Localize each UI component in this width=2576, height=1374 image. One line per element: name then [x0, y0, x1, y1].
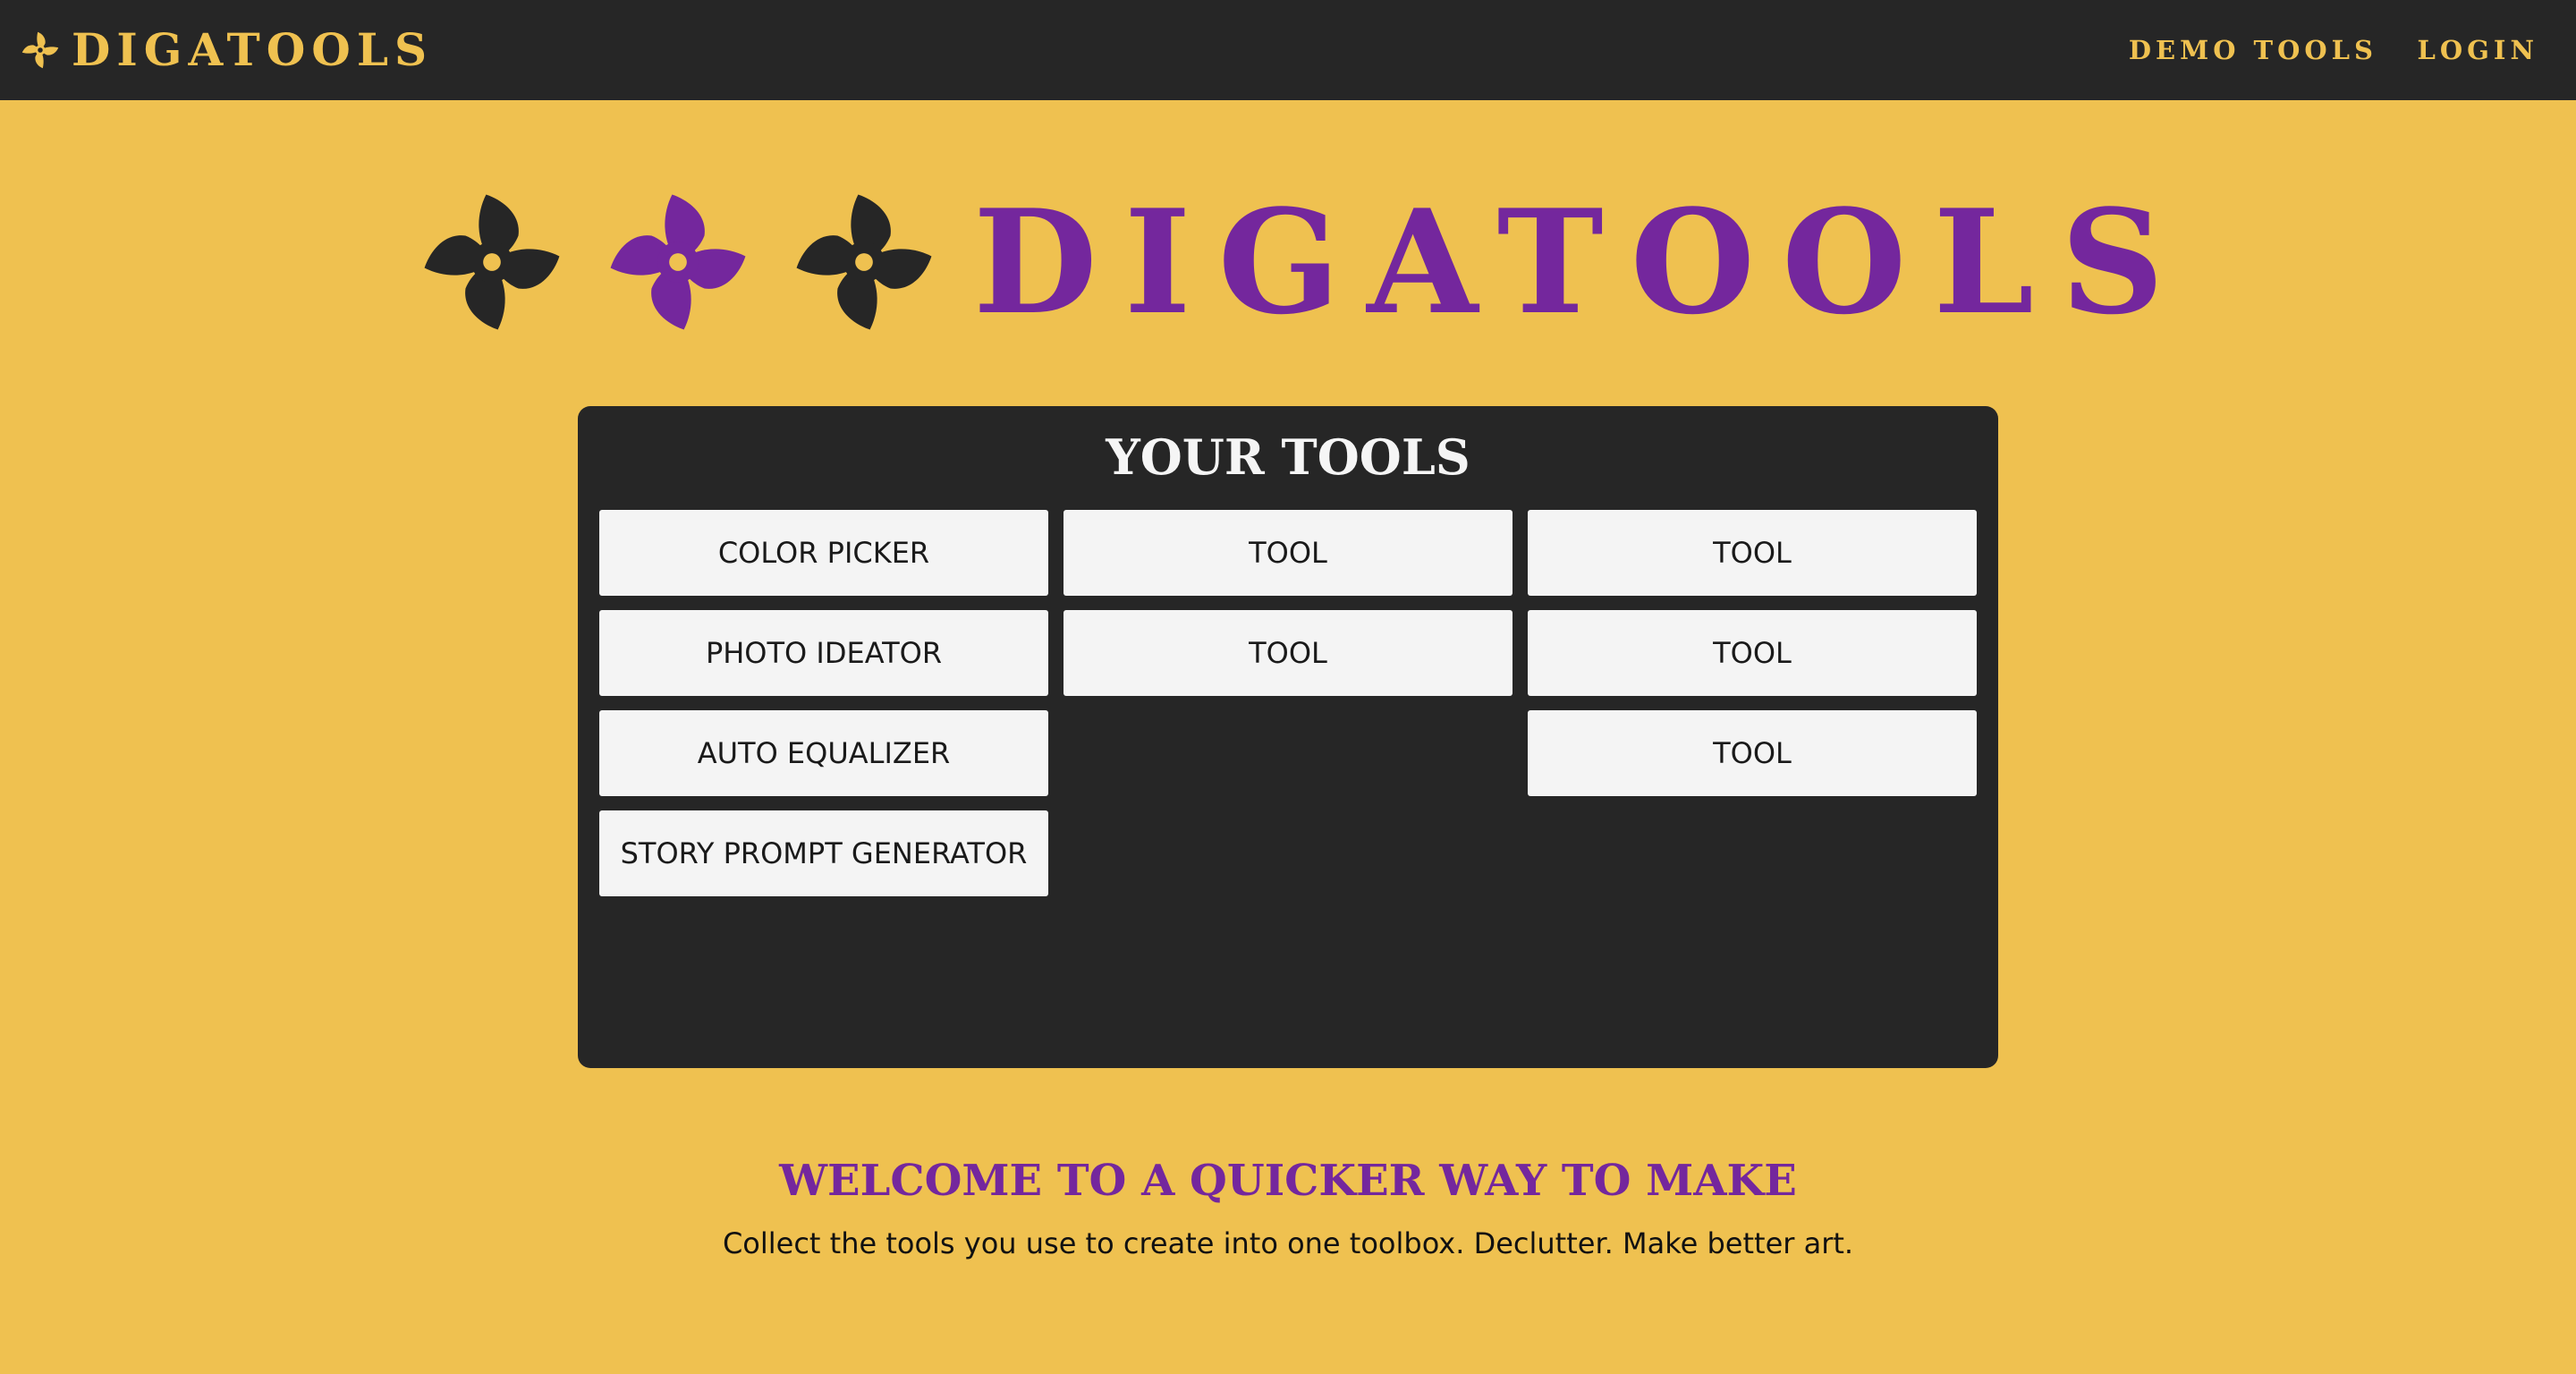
pinwheel-icon [796, 194, 932, 330]
tool-button[interactable]: TOOL [1528, 510, 1977, 596]
tools-panel: YOUR TOOLS COLOR PICKER PHOTO IDEATOR AU… [578, 406, 1998, 1068]
tools-panel-title: YOUR TOOLS [1106, 428, 1470, 486]
hero-title: DIGATOOLS [973, 178, 2191, 346]
nav-link-demo-tools[interactable]: DEMO TOOLS [2129, 32, 2377, 68]
nav-link-login[interactable]: LOGIN [2418, 32, 2539, 68]
nav-brand-text: DIGATOOLS [72, 23, 434, 76]
nav-brand-link[interactable]: DIGATOOLS [20, 25, 433, 75]
pinwheel-icon [21, 31, 59, 69]
tool-button-photo-ideator[interactable]: PHOTO IDEATOR [599, 610, 1048, 696]
top-navbar: DIGATOOLS DEMO TOOLS LOGIN [0, 0, 2576, 100]
welcome-text: Collect the tools you use to create into… [722, 1226, 1854, 1260]
pinwheel-icon [610, 194, 746, 330]
tool-button-story-prompt-generator[interactable]: STORY PROMPT GENERATOR [599, 810, 1048, 896]
tool-button-color-picker[interactable]: COLOR PICKER [599, 510, 1048, 596]
tool-button[interactable]: TOOL [1528, 710, 1977, 796]
pinwheel-icon [424, 194, 560, 330]
tool-button[interactable]: TOOL [1528, 610, 1977, 696]
tool-button[interactable]: TOOL [1063, 510, 1513, 596]
hero-banner: DIGATOOLS [419, 186, 2190, 338]
tool-button[interactable]: TOOL [1063, 610, 1513, 696]
welcome-heading: WELCOME TO A QUICKER WAY TO MAKE [779, 1156, 1797, 1206]
tool-button-auto-equalizer[interactable]: AUTO EQUALIZER [599, 710, 1048, 796]
